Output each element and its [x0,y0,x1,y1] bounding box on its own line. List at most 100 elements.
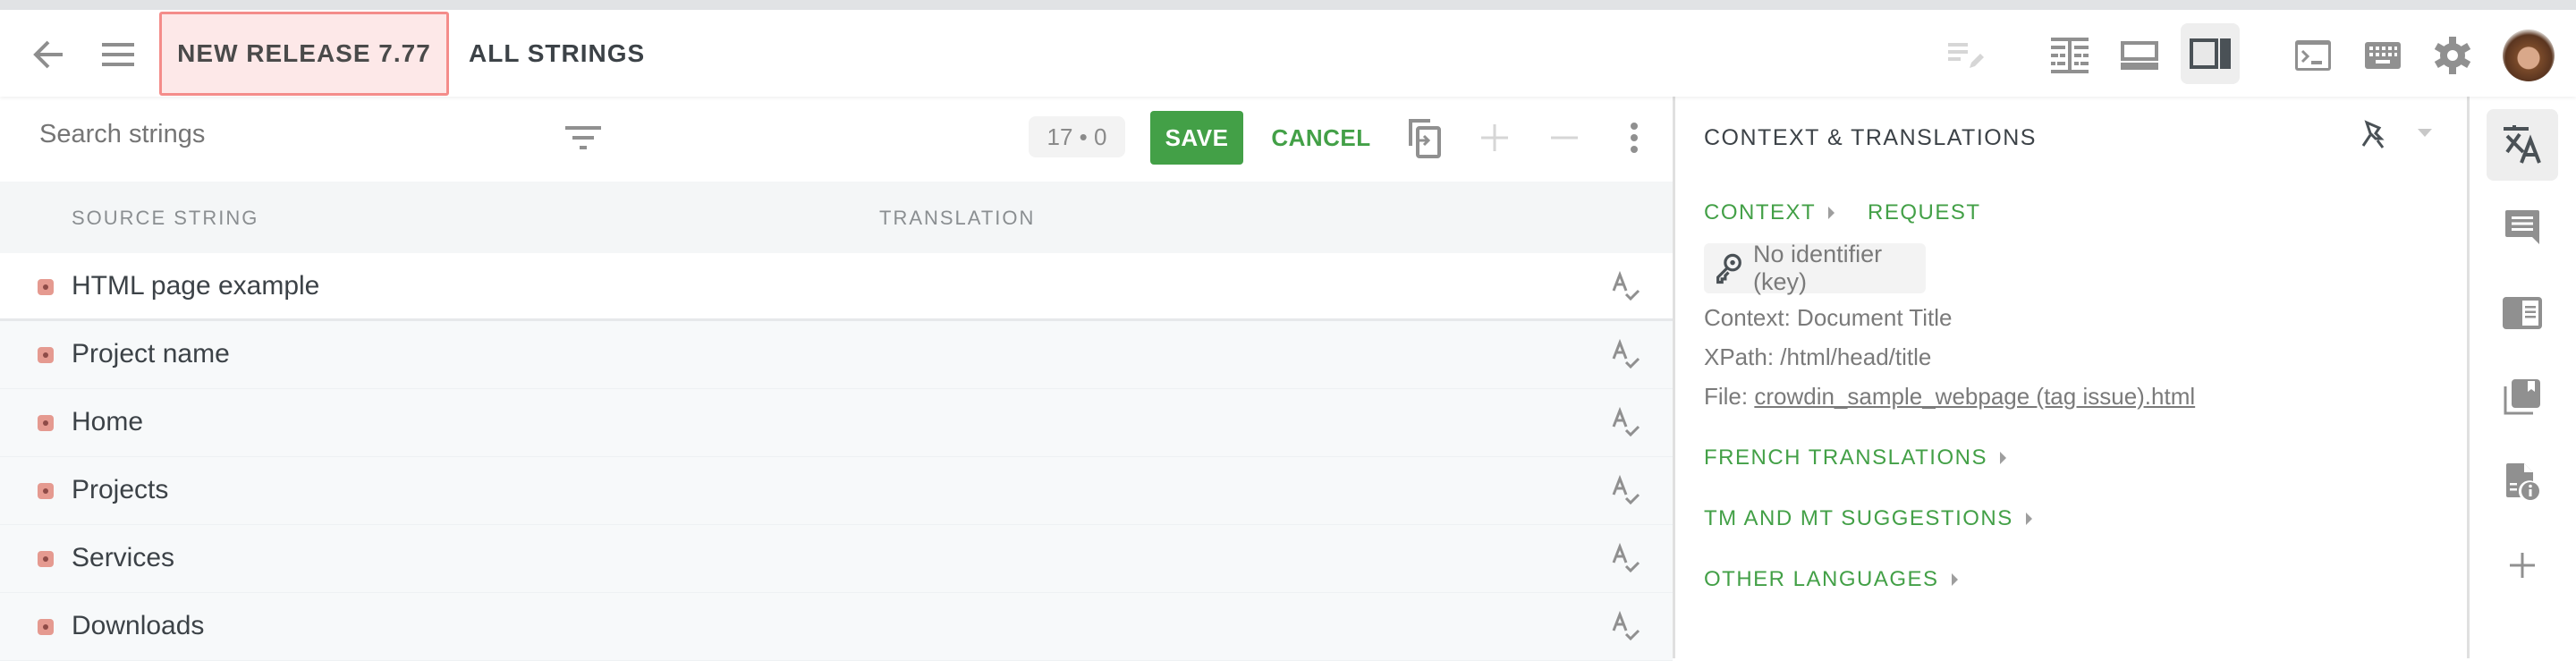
cancel-button[interactable]: CANCEL [1268,111,1374,165]
context-translations-panel: CONTEXT & TRANSLATIONS CONTEXT REQUEST N… [1675,97,2467,658]
translation-memory-icon [2504,379,2540,415]
remove-button[interactable] [1542,114,1587,161]
caret-right-icon [1951,573,1958,586]
filter-button[interactable] [564,122,603,154]
top-bar: NEW RELEASE 7.77 ALL STRINGS [0,10,2576,97]
section-label: OTHER LANGUAGES [1704,567,1939,591]
rail-comments-button[interactable] [2487,191,2558,263]
strings-toolbar: 17 • 0 SAVE CANCEL [0,97,1673,182]
key-icon [1716,253,1741,284]
pin-panel-button[interactable] [2355,116,2391,152]
menu-button[interactable] [97,37,140,72]
right-tool-rail [2470,97,2576,658]
edit-mode-button[interactable] [1939,33,1996,78]
terminal-button[interactable] [2284,33,2342,78]
untranslated-status-icon [38,483,54,499]
keyboard-icon [2365,42,2401,69]
file-info-icon [2506,463,2539,500]
right-panel-layout-button[interactable] [2181,23,2240,84]
side-by-side-layout-button[interactable] [2041,33,2098,78]
search-strings-input[interactable] [39,120,540,149]
rail-glossary-button[interactable] [2487,277,2558,349]
browser-top-strip [0,0,2576,10]
context-label: CONTEXT [1704,200,1817,225]
panel-dropdown-caret-icon[interactable] [2418,129,2432,137]
table-row[interactable]: Services [0,525,1673,593]
rail-translate-button[interactable] [2487,109,2558,181]
more-options-button[interactable] [1612,114,1657,161]
section-label: TM AND MT SUGGESTIONS [1704,506,2013,530]
comments-icon [2505,210,2539,244]
rail-translation-memory-button[interactable] [2487,361,2558,433]
back-button[interactable] [27,37,70,72]
spellcheck-icon[interactable] [1610,611,1642,643]
more-vertical-icon [1631,123,1638,153]
french-translations-toggle[interactable]: FRENCH TRANSLATIONS [1704,445,2006,470]
other-languages-toggle[interactable]: OTHER LANGUAGES [1704,567,1958,592]
plus-icon [1481,124,1508,151]
spellcheck-icon[interactable] [1610,407,1642,439]
source-string: Project name [72,339,230,369]
keyboard-shortcuts-button[interactable] [2354,33,2411,78]
rail-file-info-button[interactable] [2487,445,2558,517]
source-string: HTML page example [72,271,320,301]
table-header: SOURCE STRING TRANSLATION [0,182,1673,253]
strings-filter-title[interactable]: ALL STRINGS [469,10,645,97]
spellcheck-icon[interactable] [1610,339,1642,371]
add-plural-button[interactable] [1472,114,1517,161]
settings-gear-icon [2434,37,2471,74]
spellcheck-icon[interactable] [1610,271,1642,303]
untranslated-status-icon [38,347,54,363]
panel-title: CONTEXT & TRANSLATIONS [1704,125,2037,150]
column-translation: TRANSLATION [879,207,1036,229]
caret-right-icon [1828,207,1835,219]
file-line: File: crowdin_sample_webpage (tag issue)… [1704,383,2195,411]
untranslated-status-icon [38,415,54,431]
file-link[interactable]: crowdin_sample_webpage (tag issue).html [1754,383,2195,410]
xpath-line: XPath: /html/head/title [1704,343,1932,370]
column-source-string: SOURCE STRING [72,207,259,229]
file-prefix: File: [1704,383,1755,410]
table-row[interactable]: Project name [0,321,1673,389]
tm-mt-suggestions-toggle[interactable]: TM AND MT SUGGESTIONS [1704,506,2032,531]
user-avatar[interactable] [2503,30,2555,81]
save-button[interactable]: SAVE [1150,111,1243,165]
untranslated-status-icon [38,551,54,567]
right-panel-layout-icon [2190,38,2231,69]
section-label: FRENCH TRANSLATIONS [1704,445,1987,470]
caret-right-icon [1999,452,2006,464]
context-toggle[interactable]: CONTEXT [1704,200,1835,225]
context-line: Context: Document Title [1704,304,1953,331]
source-string: Downloads [72,611,205,640]
settings-button[interactable] [2424,33,2481,78]
filter-icon [565,126,601,149]
untranslated-status-icon [38,619,54,635]
translate-icon [2504,125,2541,164]
terminal-icon [2295,40,2331,71]
add-icon [2510,553,2535,578]
side-by-side-layout-icon [2051,38,2089,73]
table-row[interactable]: Home [0,389,1673,457]
source-string: Services [72,543,175,572]
spellcheck-icon[interactable] [1610,475,1642,507]
string-counter: 17 • 0 [1029,116,1125,157]
untranslated-status-icon [38,279,54,295]
copy-source-button[interactable] [1402,114,1447,161]
caret-right-icon [2025,513,2032,525]
edit-lines-icon [1948,43,1984,68]
table-row[interactable]: HTML page example [0,253,1673,321]
table-row[interactable]: Projects [0,457,1673,525]
source-string: Projects [72,475,169,504]
bottom-panel-layout-button[interactable] [2111,33,2168,78]
identifier-box: No identifier (key) [1704,241,1926,295]
table-row[interactable]: Downloads [0,593,1673,661]
identifier-text: No identifier (key) [1753,241,1883,295]
source-string: Home [72,407,144,436]
minus-icon [1551,136,1578,140]
rail-add-button[interactable] [2487,530,2558,601]
project-release-badge[interactable]: NEW RELEASE 7.77 [159,12,449,96]
spellcheck-icon[interactable] [1610,543,1642,575]
request-context-link[interactable]: REQUEST [1868,200,1981,225]
unpin-icon [2361,120,2385,148]
bottom-panel-layout-icon [2121,41,2158,70]
